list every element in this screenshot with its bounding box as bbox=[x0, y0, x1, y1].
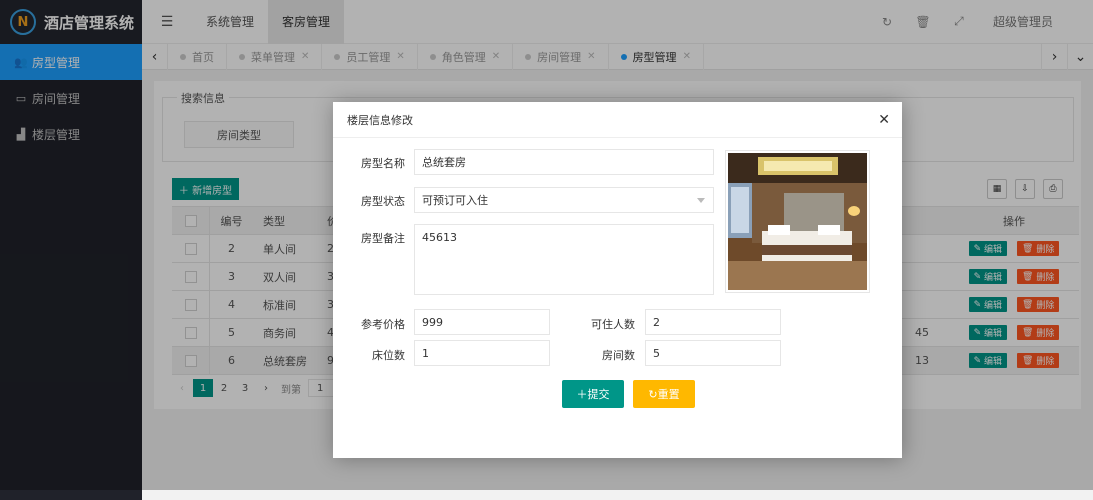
modal-title: 楼层信息修改 bbox=[333, 102, 902, 138]
edit-room-type-modal: 楼层信息修改 ✕ 房型名称 总统套房 房型状态 可预订可入住 房型备注 4561… bbox=[333, 102, 902, 458]
note-label: 房型备注 bbox=[361, 232, 405, 245]
price-label: 参考价格 bbox=[361, 318, 405, 331]
capacity-field[interactable]: 2 bbox=[645, 309, 781, 335]
price-field[interactable]: 999 bbox=[414, 309, 550, 335]
beds-label: 床位数 bbox=[372, 349, 405, 362]
close-icon[interactable]: ✕ bbox=[878, 112, 890, 128]
name-label: 房型名称 bbox=[361, 157, 405, 170]
room-photo bbox=[725, 150, 870, 293]
name-field[interactable]: 总统套房 bbox=[414, 149, 714, 175]
rooms-label: 房间数 bbox=[602, 349, 635, 362]
status-label: 房型状态 bbox=[361, 195, 405, 208]
beds-field[interactable]: 1 bbox=[414, 340, 550, 366]
rooms-field[interactable]: 5 bbox=[645, 340, 781, 366]
capacity-label: 可住人数 bbox=[591, 318, 635, 331]
submit-button[interactable]: ＋提交 bbox=[562, 380, 624, 408]
chevron-down-icon bbox=[697, 198, 705, 203]
status-select[interactable]: 可预订可入住 bbox=[414, 187, 714, 213]
note-textarea[interactable]: 45613 bbox=[414, 224, 714, 295]
status-value: 可预订可入住 bbox=[422, 194, 488, 207]
reset-button[interactable]: ↻ 重置 bbox=[633, 380, 695, 408]
room-photo-image bbox=[728, 153, 867, 290]
